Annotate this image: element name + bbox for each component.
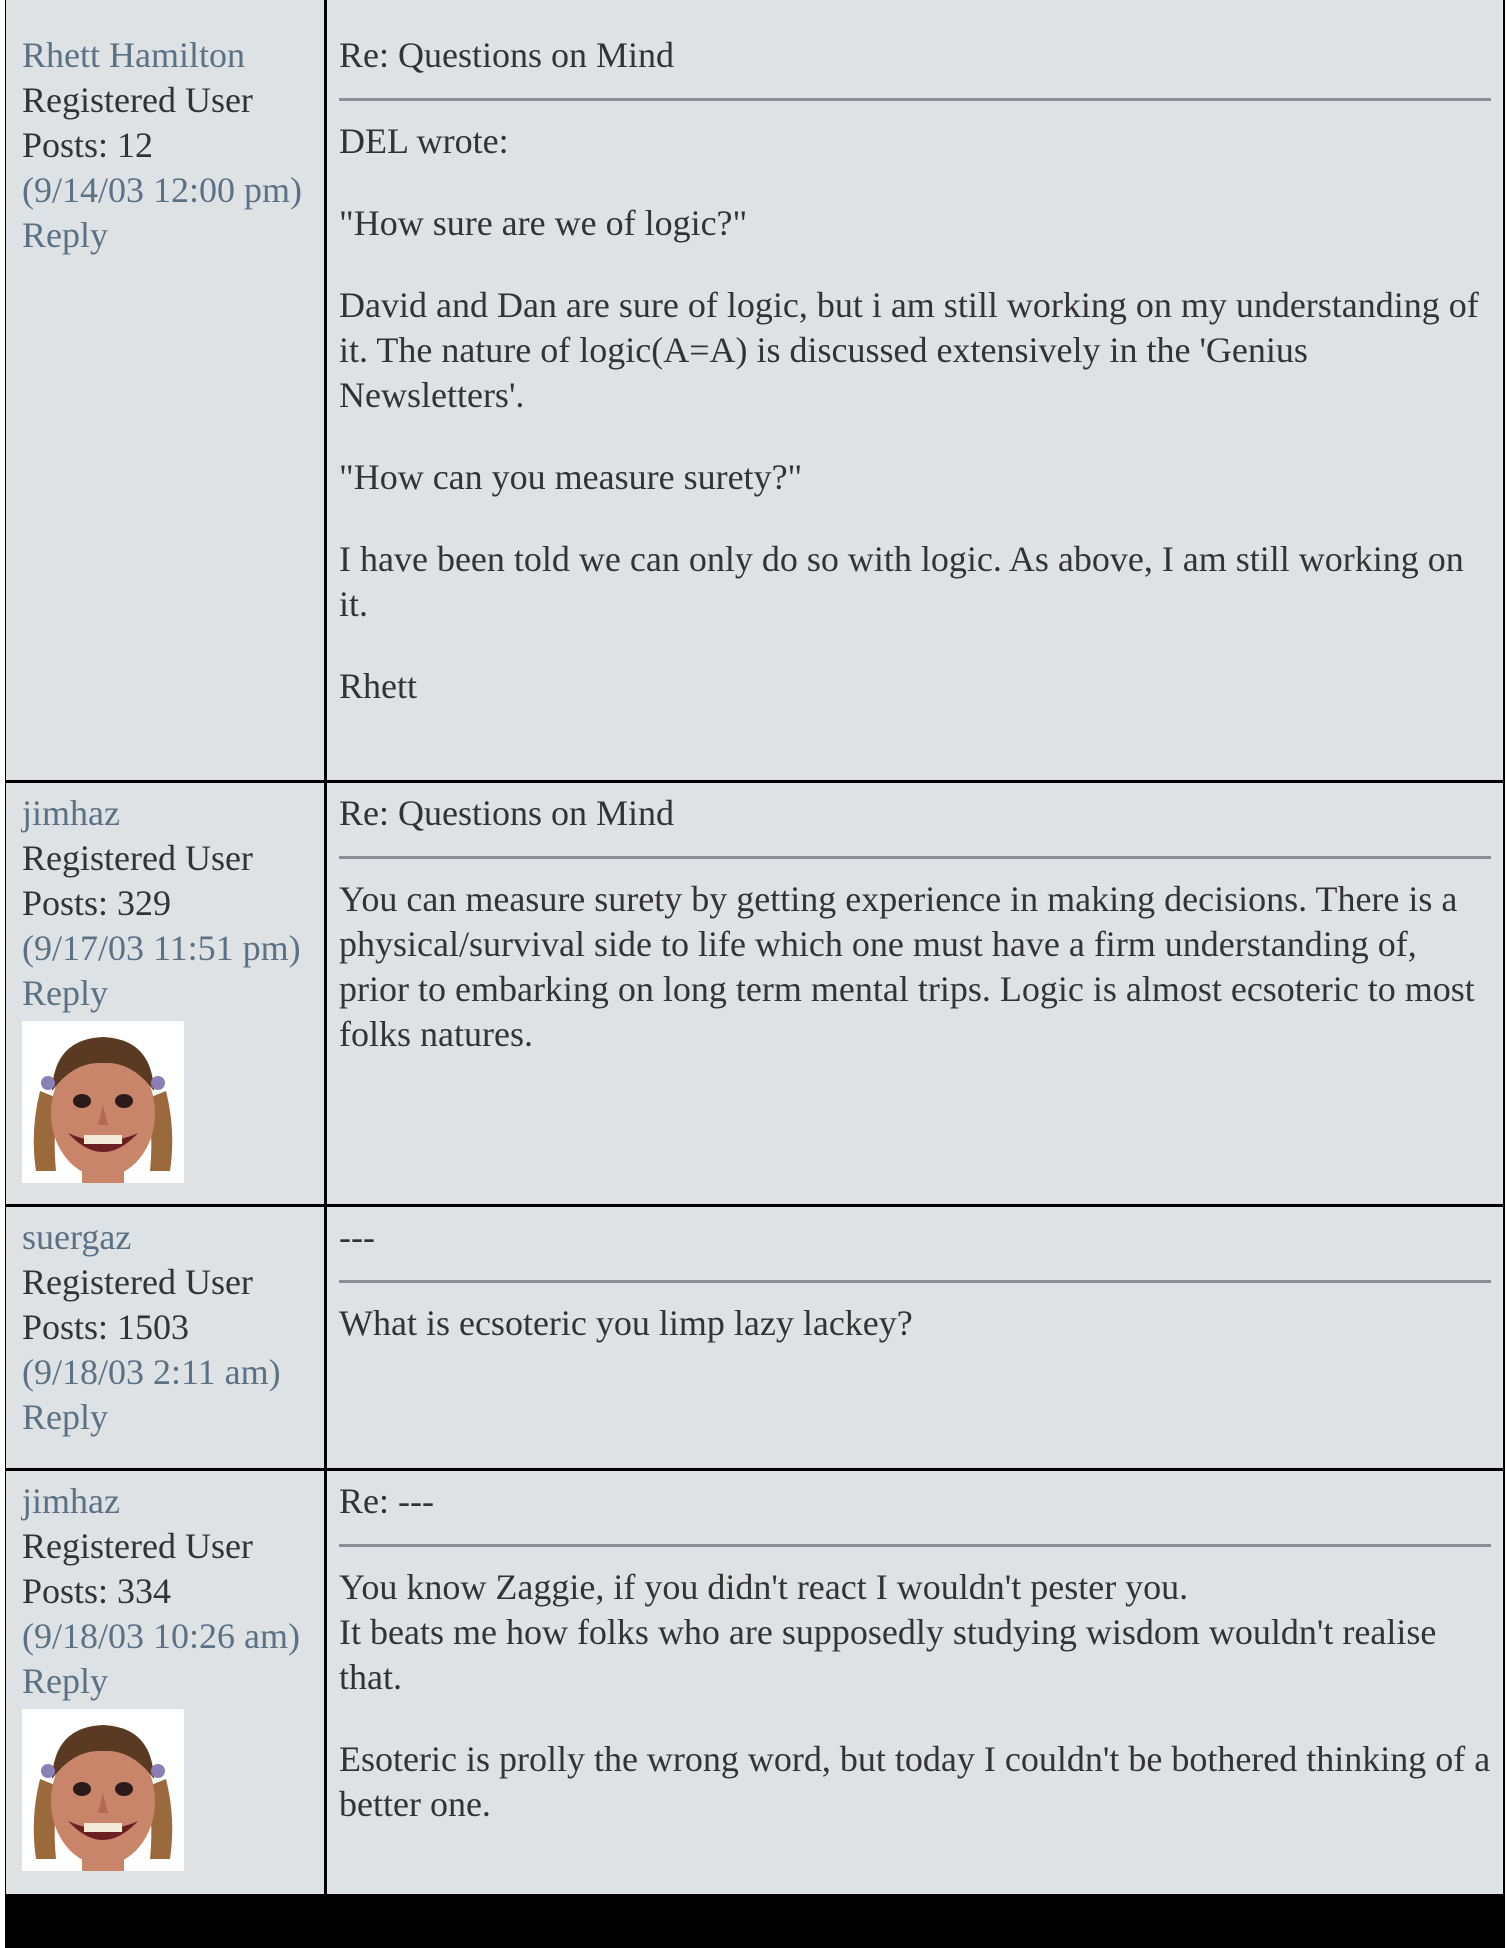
avatar-slot: [22, 1709, 324, 1871]
author-post-count: Posts: 334: [22, 1571, 172, 1611]
post-paragraph: Esoteric is prolly the wrong word, but t…: [339, 1739, 1491, 1824]
author-post-count: Posts: 329: [22, 883, 172, 923]
user-avatar-image: [22, 1021, 184, 1183]
message-cell: Re: --- You know Zaggie, if you didn't r…: [327, 1471, 1503, 1894]
post-body: What is ecsoteric you limp lazy lackey?: [339, 1301, 1491, 1346]
author-name-link[interactable]: Rhett Hamilton: [22, 33, 324, 78]
post-body: You know Zaggie, if you didn't react I w…: [339, 1565, 1491, 1827]
forum-thread-table: Rhett Hamilton Registered User Posts: 12…: [5, 0, 1505, 1948]
post-row: jimhaz Registered User Posts: 329 (9/17/…: [5, 783, 1505, 1204]
author-cell: jimhaz Registered User Posts: 334 (9/18/…: [6, 1471, 324, 1894]
reply-link[interactable]: Reply: [22, 971, 324, 1016]
author-cell: suergaz Registered User Posts: 1503 (9/1…: [6, 1207, 324, 1468]
post-paragraph: You can measure surety by getting experi…: [339, 879, 1475, 1054]
author-cell: Rhett Hamilton Registered User Posts: 12…: [6, 25, 324, 780]
post-paragraph: "How can you measure surety?": [339, 457, 803, 497]
reply-link[interactable]: Reply: [22, 213, 324, 258]
reply-link[interactable]: Reply: [22, 1659, 324, 1704]
author-rank: Registered User: [22, 1526, 253, 1566]
author-rank: Registered User: [22, 80, 253, 120]
author-cell: jimhaz Registered User Posts: 329 (9/17/…: [6, 783, 324, 1204]
message-cell: Re: Questions on Mind You can measure su…: [327, 783, 1503, 1204]
author-name-link[interactable]: jimhaz: [22, 791, 324, 836]
post-date-link[interactable]: (9/14/03 12:00 pm): [22, 168, 324, 213]
reply-link[interactable]: Reply: [22, 1395, 324, 1440]
post-paragraph: DEL wrote:: [339, 121, 509, 161]
author-name-link[interactable]: suergaz: [22, 1215, 324, 1260]
message-cell: Re: Questions on Mind DEL wrote: "How sur…: [327, 25, 1503, 780]
post-paragraph: What is ecsoteric you limp lazy lackey?: [339, 1303, 913, 1343]
post-row: Rhett Hamilton Registered User Posts: 12…: [5, 25, 1505, 780]
post-date-link[interactable]: (9/17/03 11:51 pm): [22, 926, 324, 971]
post-paragraph: David and Dan are sure of logic, but i a…: [339, 285, 1479, 415]
post-subject: Re: ---: [339, 1481, 434, 1521]
user-avatar-image: [22, 1709, 184, 1871]
post-date-link[interactable]: (9/18/03 2:11 am): [22, 1350, 324, 1395]
subject-divider: [339, 98, 1491, 101]
author-post-count: Posts: 1503: [22, 1307, 190, 1347]
post-body: You can measure surety by getting experi…: [339, 877, 1491, 1057]
author-name-link[interactable]: jimhaz: [22, 1479, 324, 1524]
author-post-count: Posts: 12: [22, 125, 154, 165]
message-cell: --- What is ecsoteric you limp lazy lack…: [327, 1207, 1503, 1468]
post-date-link[interactable]: (9/18/03 10:26 am): [22, 1614, 324, 1659]
post-paragraph: "How sure are we of logic?": [339, 203, 748, 243]
post-paragraph: Rhett: [339, 666, 417, 706]
previous-row-message-cell: [327, 0, 1503, 25]
post-paragraph: I have been told we can only do so with …: [339, 539, 1464, 624]
author-rank: Registered User: [22, 838, 253, 878]
previous-row-author-cell: [6, 0, 324, 25]
post-subject: Re: Questions on Mind: [339, 35, 675, 75]
author-rank: Registered User: [22, 1262, 253, 1302]
post-row: jimhaz Registered User Posts: 334 (9/18/…: [5, 1471, 1505, 1894]
post-subject: Re: Questions on Mind: [339, 793, 675, 833]
post-body: DEL wrote: "How sure are we of logic?" Dav…: [339, 119, 1491, 709]
post-row: suergaz Registered User Posts: 1503 (9/1…: [5, 1207, 1505, 1468]
subject-divider: [339, 1544, 1491, 1547]
subject-divider: [339, 1280, 1491, 1283]
post-subject: ---: [339, 1217, 375, 1257]
avatar-slot: [22, 1021, 324, 1183]
subject-divider: [339, 856, 1491, 859]
post-paragraph: You know Zaggie, if you didn't react I w…: [339, 1567, 1437, 1697]
